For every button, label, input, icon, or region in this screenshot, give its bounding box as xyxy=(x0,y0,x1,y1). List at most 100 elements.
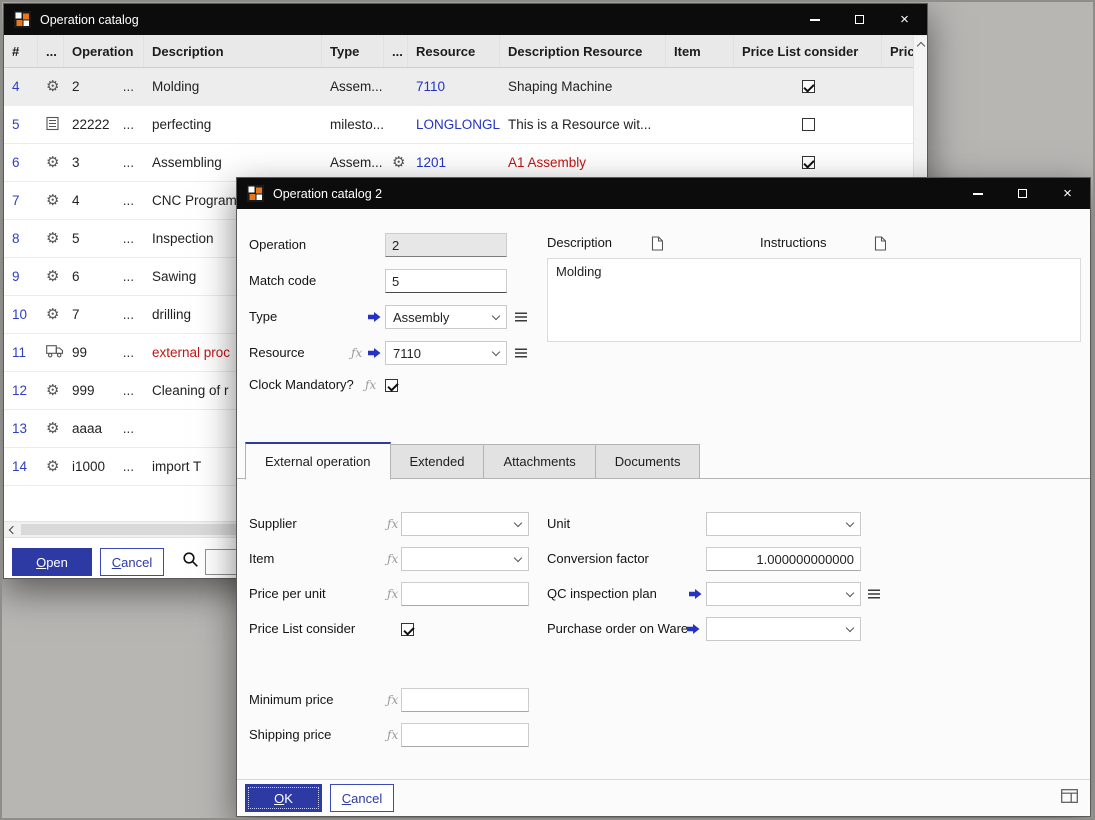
price-per-unit-field[interactable] xyxy=(401,582,529,606)
close-button[interactable]: × xyxy=(882,4,927,35)
column-header[interactable]: Operation xyxy=(64,35,144,67)
table-row[interactable]: 4 ⚙ 2 ... Molding Assem... 7110 Shaping … xyxy=(4,68,913,106)
column-header[interactable]: ... xyxy=(384,35,408,67)
ellipsis-button[interactable]: ... xyxy=(123,79,144,94)
operation-cell[interactable]: 99 ... xyxy=(64,345,144,360)
app-logo-icon xyxy=(14,11,31,28)
ellipsis-button[interactable]: ... xyxy=(123,155,144,170)
operation-cell[interactable]: 6 ... xyxy=(64,269,144,284)
ellipsis-button[interactable]: ... xyxy=(123,459,144,474)
qc-inspection-plan-combobox[interactable] xyxy=(706,582,861,606)
list-menu-icon[interactable] xyxy=(867,582,881,606)
scroll-up-icon[interactable] xyxy=(914,36,927,52)
goto-arrow-icon[interactable] xyxy=(687,617,700,641)
description-textarea[interactable]: Molding xyxy=(547,258,1081,342)
price-list-checkbox[interactable] xyxy=(802,118,815,131)
item-combobox[interactable] xyxy=(401,547,529,571)
shipping-price-field[interactable] xyxy=(401,723,529,747)
supplier-combobox[interactable] xyxy=(401,512,529,536)
column-header[interactable]: Item xyxy=(666,35,734,67)
operation-cell[interactable]: 7 ... xyxy=(64,307,144,322)
ellipsis-button[interactable]: ... xyxy=(123,307,144,322)
scroll-left-icon[interactable] xyxy=(4,522,21,537)
resource-icon-cell: ⚙ xyxy=(384,155,408,170)
column-header[interactable]: Description Resource xyxy=(500,35,666,67)
operation-field[interactable] xyxy=(385,233,507,257)
price-list-cell xyxy=(734,156,882,169)
ellipsis-button[interactable]: ... xyxy=(123,421,144,436)
table-row[interactable]: 5 22222 ... perfecting milesto... LONGLO… xyxy=(4,106,913,144)
type-combobox[interactable]: Assembly xyxy=(385,305,507,329)
resource-cell[interactable]: 7110 xyxy=(408,79,500,94)
tab-documents[interactable]: Documents xyxy=(596,444,701,479)
conversion-factor-field[interactable] xyxy=(706,547,861,571)
resource-combobox[interactable]: 7110 xyxy=(385,341,507,365)
tab-attachments[interactable]: Attachments xyxy=(484,444,595,479)
fx-icon: ƒx xyxy=(387,582,401,606)
search-icon[interactable] xyxy=(182,551,199,573)
column-header[interactable]: Description xyxy=(144,35,322,67)
price-list-consider-checkbox[interactable] xyxy=(401,623,414,636)
document-icon[interactable] xyxy=(874,231,886,255)
list-menu-icon[interactable] xyxy=(514,341,528,365)
column-header[interactable]: Type xyxy=(322,35,384,67)
resource-description-cell: A1 Assembly xyxy=(500,155,666,170)
price-list-checkbox[interactable] xyxy=(802,80,815,93)
ellipsis-button[interactable]: ... xyxy=(123,193,144,208)
minimize-button[interactable] xyxy=(955,178,1000,209)
chevron-down-icon xyxy=(846,518,854,526)
operation-cell[interactable]: 3 ... xyxy=(64,155,144,170)
maximize-button[interactable] xyxy=(837,4,882,35)
operation-cell[interactable]: i1000 ... xyxy=(64,459,144,474)
goto-arrow-icon[interactable] xyxy=(368,341,381,365)
document-icon[interactable] xyxy=(651,231,663,255)
operation-value: 7 xyxy=(72,307,80,322)
goto-arrow-icon[interactable] xyxy=(689,582,702,606)
resource-cell[interactable]: LONGLONGLO xyxy=(408,117,500,132)
column-header[interactable]: ... xyxy=(38,35,64,67)
open-button[interactable]: Open xyxy=(12,548,92,576)
operation-value: 3 xyxy=(72,155,80,170)
operation-cell[interactable]: 2 ... xyxy=(64,79,144,94)
operation-catalog-2-dialog: Operation catalog 2 × Operation Match co… xyxy=(236,177,1091,817)
ellipsis-button[interactable]: ... xyxy=(123,117,144,132)
goto-arrow-icon[interactable] xyxy=(368,305,381,329)
dialog-titlebar[interactable]: Operation catalog 2 × xyxy=(237,178,1090,209)
ellipsis-button[interactable]: ... xyxy=(123,231,144,246)
operation-cell[interactable]: 4 ... xyxy=(64,193,144,208)
cancel-button[interactable]: Cancel xyxy=(100,548,164,576)
minimize-button[interactable] xyxy=(792,4,837,35)
operation-cell[interactable]: 5 ... xyxy=(64,231,144,246)
fx-icon: ƒx xyxy=(387,547,401,571)
clock-mandatory-checkbox[interactable] xyxy=(385,379,398,392)
operation-cell[interactable]: 999 ... xyxy=(64,383,144,398)
column-header[interactable]: Price List consider xyxy=(734,35,882,67)
cancel-button[interactable]: Cancel xyxy=(330,784,394,812)
form-layout-icon[interactable] xyxy=(1061,789,1078,808)
tab-external-operation[interactable]: External operation xyxy=(245,442,391,480)
operation-cell[interactable]: 22222 ... xyxy=(64,117,144,132)
chevron-down-icon xyxy=(846,588,854,596)
gear-icon: ⚙ xyxy=(46,269,59,284)
unit-combobox[interactable] xyxy=(706,512,861,536)
ellipsis-button[interactable]: ... xyxy=(123,383,144,398)
operation-cell[interactable]: aaaa ... xyxy=(64,421,144,436)
description-cell: Assembling xyxy=(144,155,322,170)
minimum-price-field[interactable] xyxy=(401,688,529,712)
resource-cell[interactable]: 1201 xyxy=(408,155,500,170)
maximize-button[interactable] xyxy=(1000,178,1045,209)
tab-extended[interactable]: Extended xyxy=(391,444,485,479)
price-list-checkbox[interactable] xyxy=(802,156,815,169)
column-header[interactable]: # xyxy=(4,35,38,67)
close-button[interactable]: × xyxy=(1045,178,1090,209)
ellipsis-button[interactable]: ... xyxy=(123,345,144,360)
list-menu-icon[interactable] xyxy=(514,305,528,329)
row-icon-cell: ⚙ xyxy=(38,307,64,322)
purchase-order-warehouse-combobox[interactable] xyxy=(706,617,861,641)
ok-button[interactable]: OK xyxy=(245,784,322,812)
match-code-field[interactable] xyxy=(385,269,507,293)
catalog-titlebar[interactable]: Operation catalog × xyxy=(4,4,927,35)
minimum-price-label: Minimum price xyxy=(249,688,334,712)
ellipsis-button[interactable]: ... xyxy=(123,269,144,284)
column-header[interactable]: Resource xyxy=(408,35,500,67)
